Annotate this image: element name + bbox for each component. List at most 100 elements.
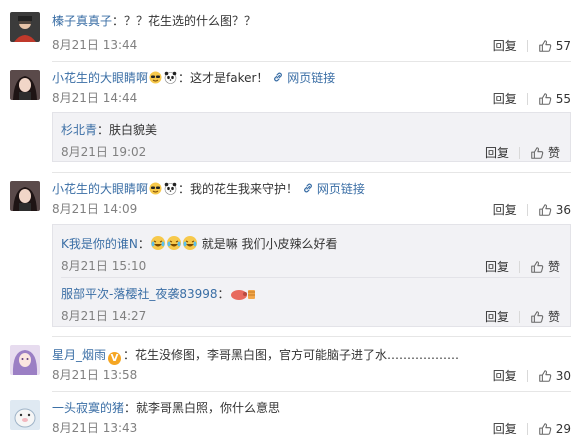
comment-text: ：？？花生选的什么图？？ xyxy=(112,14,257,28)
reply-button[interactable]: 回复 xyxy=(485,309,509,325)
reply-divider xyxy=(61,277,560,278)
timestamp: 8月21日 13:58 xyxy=(52,368,138,382)
reply-button[interactable]: 回复 xyxy=(493,368,517,384)
like-button[interactable]: 30 xyxy=(538,368,571,384)
username-link[interactable]: 小花生的大眼睛啊 xyxy=(52,182,148,196)
avatar[interactable] xyxy=(10,70,40,100)
link-icon xyxy=(272,71,284,83)
username-link[interactable]: 榛子真真子 xyxy=(52,14,112,28)
action-divider xyxy=(526,39,528,52)
comment-line: 榛子真真子：？？花生选的什么图？？ xyxy=(52,13,256,29)
like-button[interactable]: 赞 xyxy=(530,309,560,325)
action-divider xyxy=(518,146,520,159)
thumbs-up-icon xyxy=(538,422,552,436)
web-link[interactable]: 网页链接 xyxy=(272,71,335,85)
thumbs-up-icon xyxy=(538,39,552,53)
like-count: 36 xyxy=(555,202,571,217)
comment-text: ：花生没修图，李哥黑白图，官方可能脑子进了水……………… xyxy=(123,348,460,362)
timestamp: 8月21日 14:27 xyxy=(61,309,147,323)
reply-line: 杉北青：肤白貌美 xyxy=(61,122,157,138)
comment-line: 小花生的大眼睛啊 ：这才是faker！ 网页链接 xyxy=(52,70,335,88)
username-link[interactable]: 小花生的大眼睛啊 xyxy=(52,71,148,85)
thumbs-up-icon xyxy=(538,92,552,106)
like-button[interactable]: 赞 xyxy=(530,259,560,275)
username-link[interactable]: 一头寂寞的猪 xyxy=(52,401,124,415)
timestamp: 8月21日 14:09 xyxy=(52,202,138,216)
divider xyxy=(52,336,571,337)
comment-line: 一头寂寞的猪：就李哥黑白照，你什么意思 xyxy=(52,400,280,416)
like-button[interactable]: 55 xyxy=(538,91,571,107)
username-link[interactable]: 服部平次-落樱社_夜袭83998 xyxy=(61,287,218,301)
crying-laughing-emoji-icon xyxy=(150,235,198,255)
reply-button[interactable]: 回复 xyxy=(493,91,517,107)
timestamp: 8月21日 14:44 xyxy=(52,91,138,105)
action-divider xyxy=(526,422,528,435)
like-button[interactable]: 29 xyxy=(538,421,571,437)
reply-list: 杉北青：肤白貌美 8月21日 19:02 回复 赞 xyxy=(52,112,571,162)
like-button[interactable]: 57 xyxy=(538,38,571,54)
divider xyxy=(52,61,571,62)
divider xyxy=(52,172,571,173)
thumbs-up-icon xyxy=(530,260,544,274)
pig-emoji-icon xyxy=(230,287,256,305)
thumbs-up-icon xyxy=(538,203,552,217)
comment-actions: 回复 29 xyxy=(493,420,571,436)
like-button[interactable]: 36 xyxy=(538,202,571,218)
comment-line: 小花生的大眼睛啊 ：我的花生我来守护！ 网页链接 xyxy=(52,181,365,199)
username-link[interactable]: 星月_烟雨 xyxy=(52,348,106,362)
avatar[interactable] xyxy=(10,12,40,42)
reply-button[interactable]: 回复 xyxy=(485,259,509,275)
avatar[interactable] xyxy=(10,400,40,430)
sunglasses-emoji-icon xyxy=(149,71,162,88)
sunglasses-emoji-icon xyxy=(149,182,162,199)
reply-actions: 回复 赞 xyxy=(485,258,560,274)
comment-text: ：这才是faker！ xyxy=(178,71,269,85)
web-link-label: 网页链接 xyxy=(287,71,336,85)
avatar[interactable] xyxy=(10,181,40,211)
reply-list: K我是你的谁N： 就是嘛 我们小皮辣么好看 8月21日 15:10 回复赞 服部… xyxy=(52,224,571,327)
like-count: 55 xyxy=(555,91,571,106)
comment-actions: 回复 55 xyxy=(493,90,571,106)
avatar[interactable] xyxy=(10,345,40,375)
reply-line: K我是你的谁N： 就是嘛 我们小皮辣么好看 xyxy=(61,235,338,255)
thumbs-up-icon xyxy=(530,146,544,160)
like-count: 29 xyxy=(555,421,571,436)
reply-text: ：肤白貌美 xyxy=(97,123,158,137)
link-icon xyxy=(302,182,314,194)
username-link[interactable]: K我是你的谁N xyxy=(61,237,138,251)
action-divider xyxy=(526,203,528,216)
verified-v-icon: V xyxy=(108,352,122,365)
username-link[interactable]: 杉北青 xyxy=(61,123,97,137)
like-button[interactable]: 赞 xyxy=(530,145,560,161)
web-link[interactable]: 网页链接 xyxy=(302,182,365,196)
reply-text: 就是嘛 我们小皮辣么好看 xyxy=(201,237,338,251)
thumbs-up-icon xyxy=(530,310,544,324)
action-divider xyxy=(518,260,520,273)
reply-button[interactable]: 回复 xyxy=(485,145,509,161)
panda-emoji-icon xyxy=(164,182,177,199)
comment-text: ：我的花生我来守护！ xyxy=(178,182,299,196)
like-label: 赞 xyxy=(547,145,560,160)
reply-actions: 回复 赞 xyxy=(485,308,560,324)
web-link-label: 网页链接 xyxy=(316,182,365,196)
reply-line: 服部平次-落樱社_夜袭83998： xyxy=(61,286,256,305)
comment-actions: 回复 57 xyxy=(493,37,571,53)
action-divider xyxy=(526,92,528,105)
action-divider xyxy=(526,369,528,382)
reply-button[interactable]: 回复 xyxy=(493,202,517,218)
comment-feed: 榛子真真子：？？花生选的什么图？？ 8月21日 13:44 回复 57 小花生的大… xyxy=(0,0,577,440)
comment-text: ：就李哥黑白照，你什么意思 xyxy=(124,401,281,415)
timestamp: 8月21日 19:02 xyxy=(61,145,147,159)
reply-button[interactable]: 回复 xyxy=(493,38,517,54)
divider xyxy=(52,391,571,392)
reply-actions: 回复 赞 xyxy=(485,144,560,160)
timestamp: 8月21日 13:43 xyxy=(52,421,138,435)
like-count: 30 xyxy=(555,368,571,383)
reply-button[interactable]: 回复 xyxy=(493,421,517,437)
reply-text: ： xyxy=(217,287,230,301)
comment-actions: 回复 36 xyxy=(493,201,571,217)
like-label: 赞 xyxy=(547,309,560,324)
like-label: 赞 xyxy=(547,259,560,274)
reply-text: ： xyxy=(137,237,150,251)
comment-line: 星月_烟雨 V ：花生没修图，李哥黑白图，官方可能脑子进了水……………… xyxy=(52,347,459,365)
